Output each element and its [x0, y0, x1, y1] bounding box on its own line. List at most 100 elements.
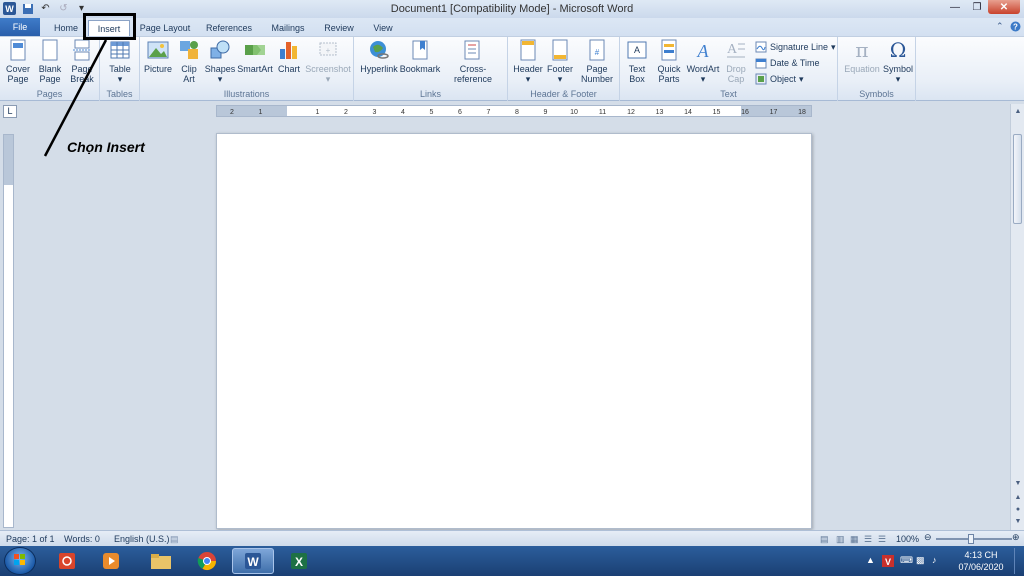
text-box-button[interactable]: A Text Box	[622, 39, 652, 84]
zoom-out-icon[interactable]: ⊖	[924, 532, 932, 543]
start-button[interactable]	[4, 547, 36, 575]
picture-button[interactable]: Picture	[143, 39, 173, 74]
cross-reference-button[interactable]: Cross-reference	[442, 39, 504, 84]
volume-tray-icon[interactable]: ♪	[932, 555, 944, 567]
zoom-level[interactable]: 100%	[896, 534, 919, 544]
ruler-tick-label: 13	[656, 109, 664, 116]
previous-page-icon[interactable]: ▲	[1012, 492, 1024, 504]
network-tray-icon[interactable]: ▩	[916, 555, 928, 567]
horizontal-ruler[interactable]: 2 1 1 2 3 4 5 6 7 8 9 10 11 12 13 14 15 16 17 18	[216, 105, 812, 117]
tab-review[interactable]: Review	[322, 20, 356, 36]
keyboard-tray-icon[interactable]: ⌨	[900, 555, 913, 567]
cover-page-button[interactable]: Cover Page	[4, 39, 32, 84]
page-number-icon: #	[589, 39, 605, 61]
taskbar-media-player[interactable]	[90, 548, 132, 574]
system-clock[interactable]: 4:13 CH 07/06/2020	[950, 549, 1012, 573]
symbol-button[interactable]: Ω Symbol ▾	[882, 39, 914, 84]
tab-home[interactable]: Home	[50, 20, 82, 36]
taskbar-file-explorer[interactable]	[140, 548, 182, 574]
vertical-ruler[interactable]	[3, 134, 14, 528]
group-illustrations: Picture Clip Art Shapes ▾ SmartArt Chart…	[140, 37, 354, 101]
footer-button[interactable]: Footer ▾	[544, 39, 576, 84]
page-number-button[interactable]: # Page Number	[578, 39, 616, 84]
annotation-text: Chọn Insert	[67, 139, 145, 155]
header-button[interactable]: Header ▾	[512, 39, 544, 84]
cross-reference-label: Cross-reference	[453, 64, 493, 84]
object-button[interactable]: Object ▾	[755, 72, 804, 86]
close-button[interactable]: ✕	[988, 0, 1020, 14]
smartart-icon	[245, 45, 265, 55]
taskbar-shutdown-app[interactable]	[46, 548, 88, 574]
shapes-label: Shapes	[204, 64, 236, 74]
taskbar-excel[interactable]: X	[278, 548, 320, 574]
signature-line-button[interactable]: Signature Line ▾	[755, 40, 836, 54]
drop-cap-icon: A	[727, 42, 745, 58]
group-text: A Text Box Quick Parts A WordArt ▾ A Dro…	[620, 37, 838, 101]
taskbar-word[interactable]: W	[232, 548, 274, 574]
screenshot-button[interactable]: + Screenshot ▾	[304, 39, 352, 84]
blank-page-button[interactable]: Blank Page	[36, 39, 64, 84]
help-icon[interactable]: ?	[1010, 21, 1021, 34]
outline-icon[interactable]: ☰	[864, 534, 872, 545]
tab-view[interactable]: View	[370, 20, 396, 36]
cover-page-label-1: Cover	[5, 64, 30, 74]
hyperlink-button[interactable]: Hyperlink	[358, 39, 400, 74]
ruler-tick-label: 1	[259, 109, 263, 116]
page-break-button[interactable]: Page Break	[68, 39, 96, 84]
page-count[interactable]: Page: 1 of 1	[6, 534, 55, 544]
draft-icon[interactable]: ☰	[878, 534, 886, 545]
group-pages: Cover Page Blank Page Page Break Pages	[0, 37, 100, 101]
smartart-label: SmartArt	[237, 64, 273, 74]
wordart-button[interactable]: A WordArt ▾	[686, 39, 720, 84]
page-break-label-2: Break	[70, 74, 94, 84]
proofing-icon[interactable]: ▤	[170, 534, 179, 545]
zoom-slider[interactable]	[936, 538, 1012, 540]
minimize-button[interactable]: —	[944, 0, 966, 14]
zoom-slider-handle[interactable]	[968, 534, 974, 544]
zoom-in-icon[interactable]: ⊕	[1012, 532, 1020, 543]
document-page[interactable]	[216, 133, 812, 529]
language-indicator[interactable]: English (U.S.)	[114, 534, 170, 544]
tray-expand-icon[interactable]: ▲	[866, 555, 878, 567]
full-screen-reading-icon[interactable]: ▥	[836, 534, 845, 545]
clip-art-button[interactable]: Clip Art	[176, 39, 202, 84]
ruler-tick-label: 2	[344, 109, 348, 116]
date-time-button[interactable]: Date & Time	[755, 56, 820, 70]
shapes-button[interactable]: Shapes ▾	[204, 39, 236, 84]
chart-button[interactable]: Chart	[275, 39, 303, 74]
insert-highlight-box	[83, 13, 136, 40]
ruler-tick-label: 7	[487, 109, 491, 116]
tab-references[interactable]: References	[204, 20, 254, 36]
wordart-icon: A	[697, 41, 710, 61]
tab-selector[interactable]: L	[3, 105, 17, 118]
equation-label: Equation	[844, 64, 880, 74]
browse-object-icon[interactable]: ●	[1012, 504, 1024, 516]
print-layout-icon[interactable]: ▤	[820, 534, 829, 545]
tab-file[interactable]: File	[0, 18, 40, 36]
clip-art-icon	[180, 41, 198, 59]
show-desktop-button[interactable]	[1014, 548, 1022, 574]
quick-parts-button[interactable]: Quick Parts	[654, 39, 684, 84]
scroll-up-icon[interactable]: ▲	[1012, 106, 1024, 118]
taskbar-chrome[interactable]	[186, 548, 228, 574]
web-layout-icon[interactable]: ▦	[850, 534, 859, 545]
drop-cap-button[interactable]: A Drop Cap	[722, 39, 750, 84]
word-count[interactable]: Words: 0	[64, 534, 100, 544]
antivirus-tray-icon[interactable]: V	[882, 555, 894, 567]
equation-button[interactable]: π Equation	[842, 39, 882, 74]
scroll-down-icon[interactable]: ▼	[1012, 478, 1024, 490]
object-icon	[755, 73, 767, 85]
vertical-scrollbar[interactable]: ▲ ▼ ▲ ● ▼	[1010, 104, 1024, 530]
bookmark-button[interactable]: Bookmark	[399, 39, 441, 74]
scroll-thumb[interactable]	[1013, 134, 1022, 224]
next-page-icon[interactable]: ▼	[1012, 516, 1024, 528]
smartart-button[interactable]: SmartArt	[237, 39, 273, 74]
table-button[interactable]: Table ▾	[106, 39, 134, 84]
header-label: Header	[513, 64, 543, 74]
maximize-button[interactable]: ❐	[966, 0, 988, 14]
ribbon-collapse-icon[interactable]: ⌃	[996, 21, 1004, 32]
picture-icon	[147, 41, 169, 59]
tab-page-layout[interactable]: Page Layout	[138, 20, 192, 36]
tab-mailings[interactable]: Mailings	[268, 20, 308, 36]
windows-logo-icon	[14, 554, 25, 565]
